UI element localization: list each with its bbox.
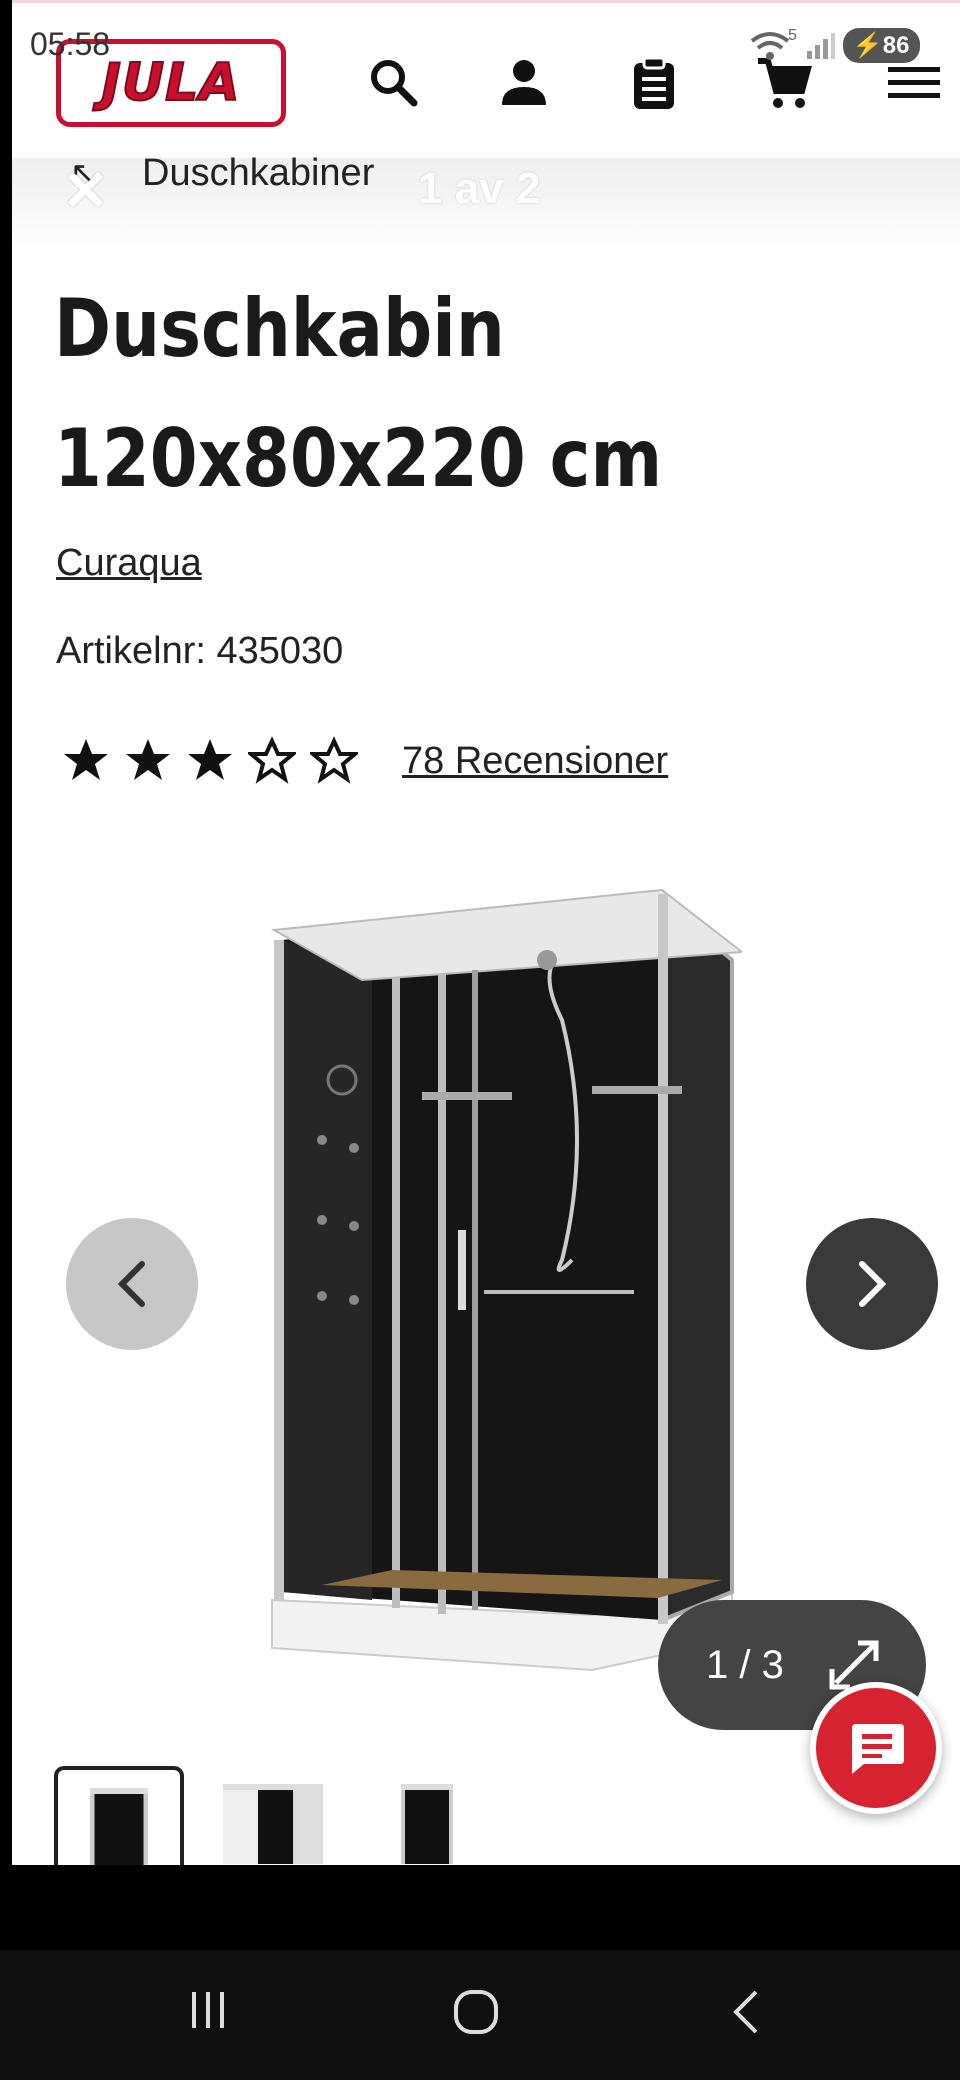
- wifi-icon: [750, 31, 790, 60]
- gallery-overlay-counter: 1 av 2: [418, 164, 541, 213]
- network-badge: 5: [788, 26, 797, 44]
- status-icons: 5 ⚡86: [748, 26, 920, 63]
- breadcrumb-link[interactable]: Duschkabiner: [142, 152, 374, 195]
- chat-button[interactable]: [810, 1682, 942, 1814]
- signal-icon: [806, 32, 835, 59]
- title-line-1: Duschkabin: [54, 282, 505, 375]
- thumbnail-image: [90, 1788, 148, 1865]
- star-filled-icon: [64, 739, 108, 780]
- clipboard-icon[interactable]: [626, 55, 682, 111]
- thumbnail-image: [223, 1784, 323, 1864]
- article-number: Artikelnr: 435030: [56, 630, 344, 672]
- rating-stars: [62, 736, 358, 784]
- chevron-right-icon: [859, 1261, 887, 1307]
- thumbnail-2[interactable]: [208, 1766, 338, 1865]
- gallery-next-button[interactable]: [806, 1218, 938, 1350]
- brand-link[interactable]: Curaqua: [56, 542, 202, 585]
- star-filled-icon: [188, 739, 232, 780]
- cart-icon[interactable]: [756, 55, 812, 111]
- status-time: 05:58: [30, 26, 111, 62]
- recent-apps-icon[interactable]: [186, 1988, 230, 2032]
- menu-icon[interactable]: [886, 55, 942, 111]
- star-outline-icon: [310, 736, 358, 784]
- app-screen: JULA 05:58 5 ⚡86 ↖ ✕ Duschkabiner 1 av 2…: [0, 0, 960, 1865]
- product-image: [270, 888, 742, 1672]
- user-icon[interactable]: [496, 55, 552, 111]
- thumbnail-1[interactable]: [54, 1766, 184, 1865]
- close-icon[interactable]: ✕: [62, 158, 109, 224]
- thumbnail-3[interactable]: [362, 1766, 492, 1865]
- home-icon[interactable]: [452, 1988, 500, 2036]
- reviews-link[interactable]: 78 Recensioner: [402, 740, 668, 783]
- pager-label: 1 / 3: [706, 1642, 784, 1687]
- thumbnail-image: [401, 1784, 453, 1864]
- top-header: JULA: [12, 0, 960, 158]
- search-icon[interactable]: [366, 55, 422, 111]
- gallery-prev-button[interactable]: [66, 1218, 198, 1350]
- chevron-left-icon: [117, 1261, 145, 1307]
- star-filled-icon: [126, 739, 170, 780]
- screen-edge: [0, 0, 12, 1865]
- chat-icon: [852, 1724, 904, 1774]
- star-outline-icon: [248, 736, 296, 784]
- page-title: Duschkabin 120x80x220 cm: [54, 264, 759, 524]
- title-line-2: 120x80x220 cm: [54, 412, 663, 505]
- back-icon[interactable]: [728, 1988, 764, 2036]
- battery-badge: ⚡86: [842, 28, 920, 63]
